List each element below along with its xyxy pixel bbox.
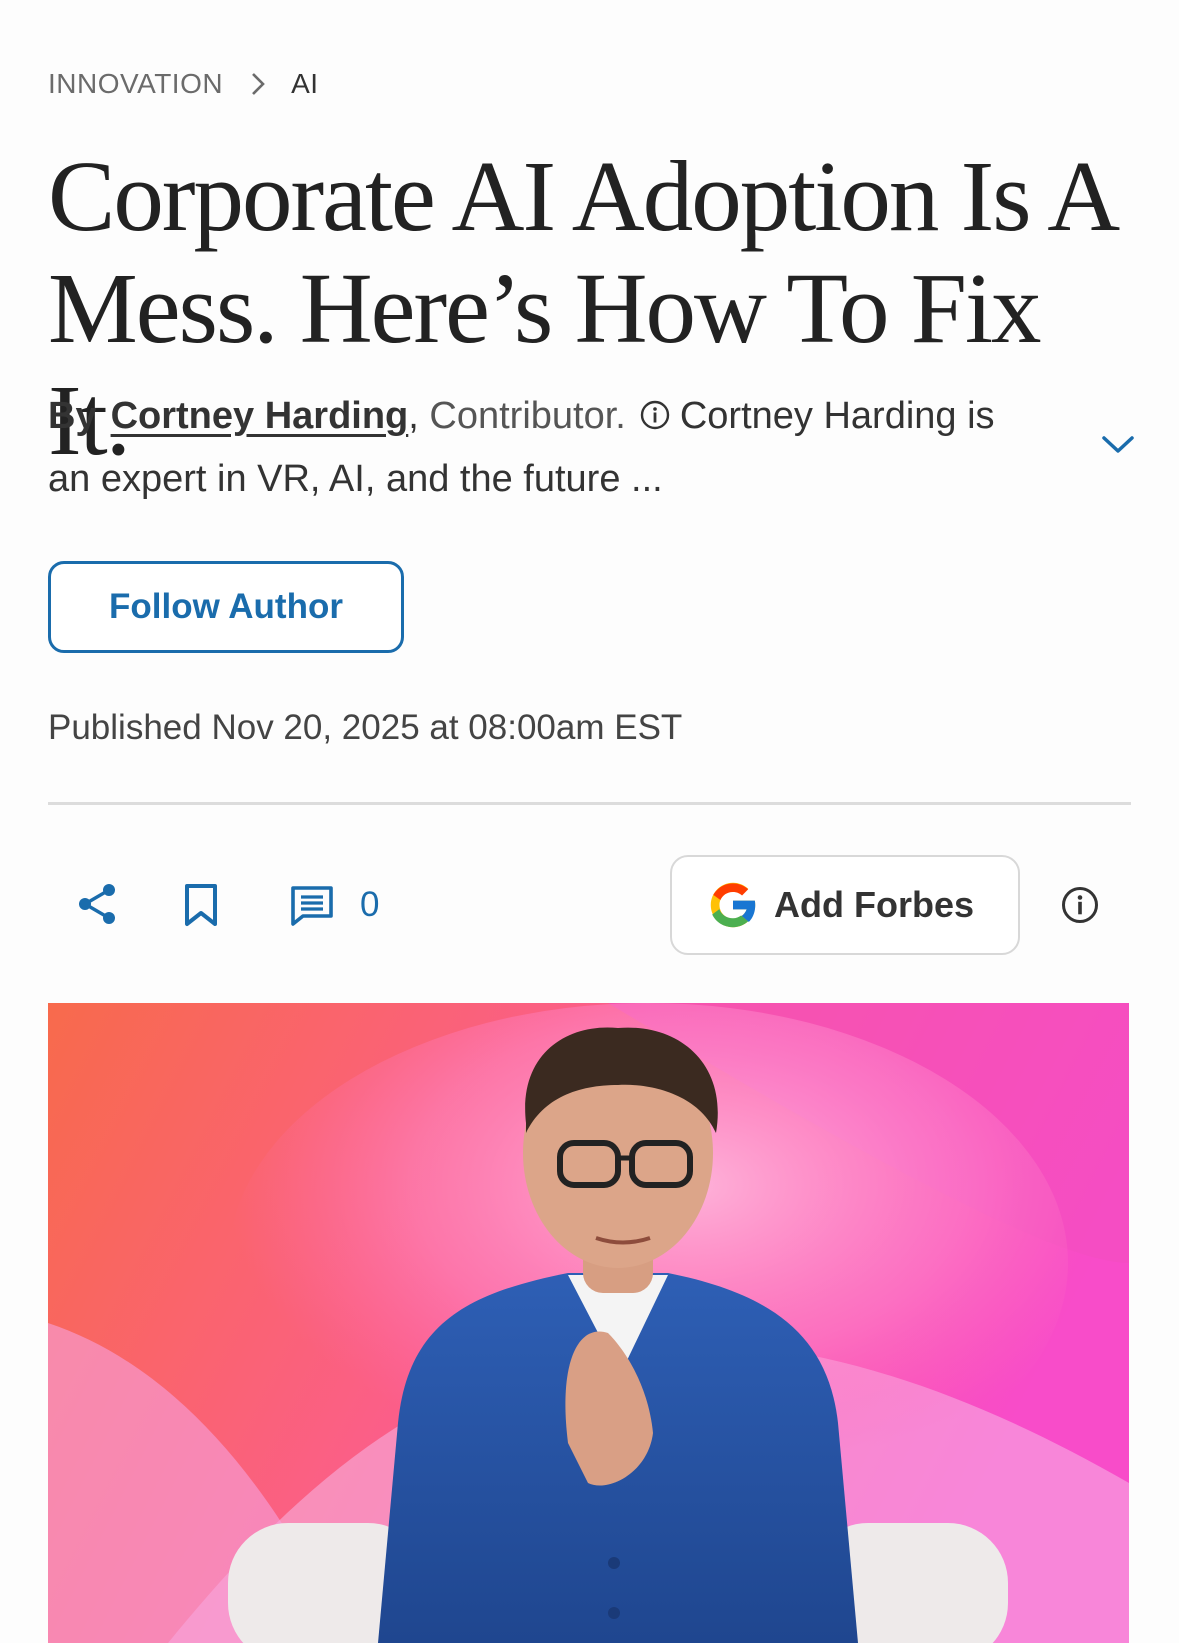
comment-icon[interactable]: [288, 883, 336, 929]
hero-photo-illustration: [48, 1003, 1129, 1643]
breadcrumb-current[interactable]: AI: [291, 68, 318, 100]
info-icon[interactable]: [1060, 885, 1100, 925]
byline-by-label: By: [48, 395, 97, 437]
breadcrumb: INNOVATION AI: [48, 68, 319, 100]
add-forbes-label: Add Forbes: [774, 884, 975, 925]
add-forbes-button[interactable]: Add Forbes: [670, 855, 1020, 955]
hero-image: [48, 1003, 1129, 1643]
divider: [48, 802, 1131, 805]
byline: By Cortney Harding, Contributor. Cortney H…: [48, 385, 1028, 511]
comment-count[interactable]: 0: [360, 885, 379, 925]
byline-comma: ,: [408, 395, 419, 437]
info-icon[interactable]: [640, 400, 670, 430]
author-link[interactable]: Cortney Harding: [111, 395, 409, 437]
article-actions-bar: 0 Add Forbes: [48, 855, 1131, 955]
chevron-down-icon[interactable]: [1096, 425, 1140, 465]
chevron-right-icon: [251, 72, 265, 96]
follow-author-button[interactable]: Follow Author: [48, 561, 404, 653]
google-g-icon: [704, 876, 762, 934]
share-icon[interactable]: [74, 881, 120, 927]
author-role: Contributor.: [429, 395, 626, 437]
bookmark-icon[interactable]: [181, 881, 221, 929]
published-date: Published Nov 20, 2025 at 08:00am EST: [48, 708, 683, 747]
breadcrumb-section[interactable]: INNOVATION: [48, 68, 223, 100]
